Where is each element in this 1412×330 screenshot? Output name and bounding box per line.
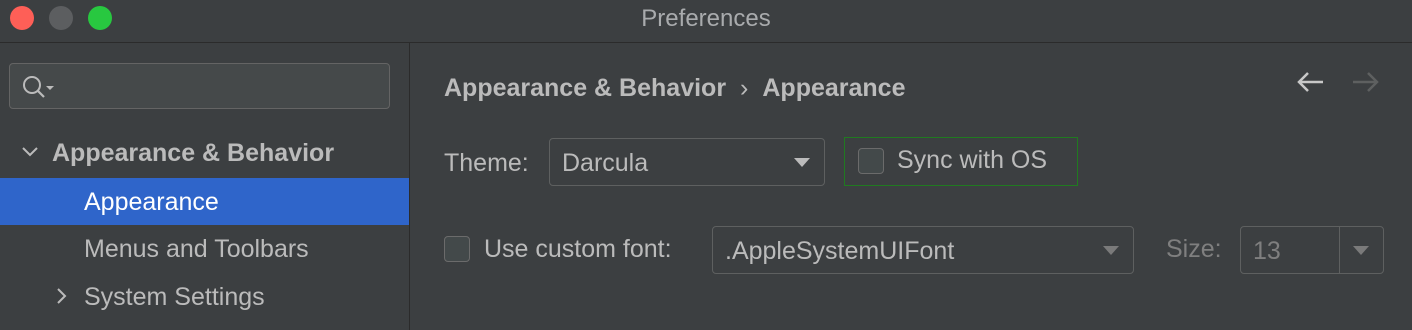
sidebar-item-label: Menus and Toolbars (84, 235, 309, 263)
breadcrumb-current: Appearance (762, 74, 906, 102)
dropdown-arrow-icon (794, 158, 810, 167)
sync-with-os-label: Sync with OS (897, 146, 1048, 174)
size-label: Size: (1166, 235, 1222, 263)
dropdown-arrow-icon (1103, 246, 1119, 255)
sidebar-item-label: Appearance & Behavior (52, 139, 335, 167)
sidebar-item-system-settings[interactable]: System Settings (0, 273, 409, 320)
breadcrumb-separator: › (740, 74, 749, 102)
chevron-right-icon[interactable] (54, 286, 70, 306)
search-icon (23, 76, 54, 98)
sidebar-item-label: Appearance (84, 188, 219, 216)
size-value: 13 (1253, 237, 1281, 265)
arrow-left-icon[interactable] (1296, 70, 1326, 94)
sidebar-item-label: System Settings (84, 283, 265, 311)
theme-value: Darcula (562, 149, 649, 177)
breadcrumb-parent[interactable]: Appearance & Behavior (444, 74, 726, 102)
sidebar-item-appearance-behavior[interactable]: Appearance & Behavior (0, 129, 409, 176)
theme-dropdown[interactable]: Darcula (549, 138, 825, 186)
font-size-combobox[interactable]: 13 (1240, 226, 1384, 274)
arrow-right-icon[interactable] (1350, 70, 1380, 94)
chevron-down-icon[interactable] (20, 142, 40, 162)
dropdown-arrow-icon[interactable] (1353, 246, 1369, 255)
font-dropdown[interactable]: .AppleSystemUIFont (712, 226, 1134, 274)
breadcrumb: Appearance & Behavior › Appearance (444, 74, 906, 103)
sidebar-item-menus-toolbars[interactable]: Menus and Toolbars (0, 225, 409, 272)
search-input[interactable] (9, 63, 390, 109)
settings-panel: Appearance & Behavior › Appearance Theme: … (410, 43, 1412, 330)
window-title: Preferences (641, 5, 771, 32)
divider (1339, 227, 1340, 273)
use-custom-font-checkbox[interactable] (444, 236, 470, 262)
use-custom-font-label: Use custom font: (484, 235, 672, 263)
font-value: .AppleSystemUIFont (725, 237, 955, 265)
checkbox-icon[interactable] (858, 148, 884, 174)
sidebar: Appearance & Behavior Appearance Menus a… (0, 43, 410, 330)
sidebar-item-appearance[interactable]: Appearance (0, 178, 409, 225)
sync-with-os-checkbox[interactable]: Sync with OS (844, 137, 1078, 186)
theme-label: Theme: (444, 149, 529, 177)
title-bar: Preferences (0, 0, 1412, 43)
